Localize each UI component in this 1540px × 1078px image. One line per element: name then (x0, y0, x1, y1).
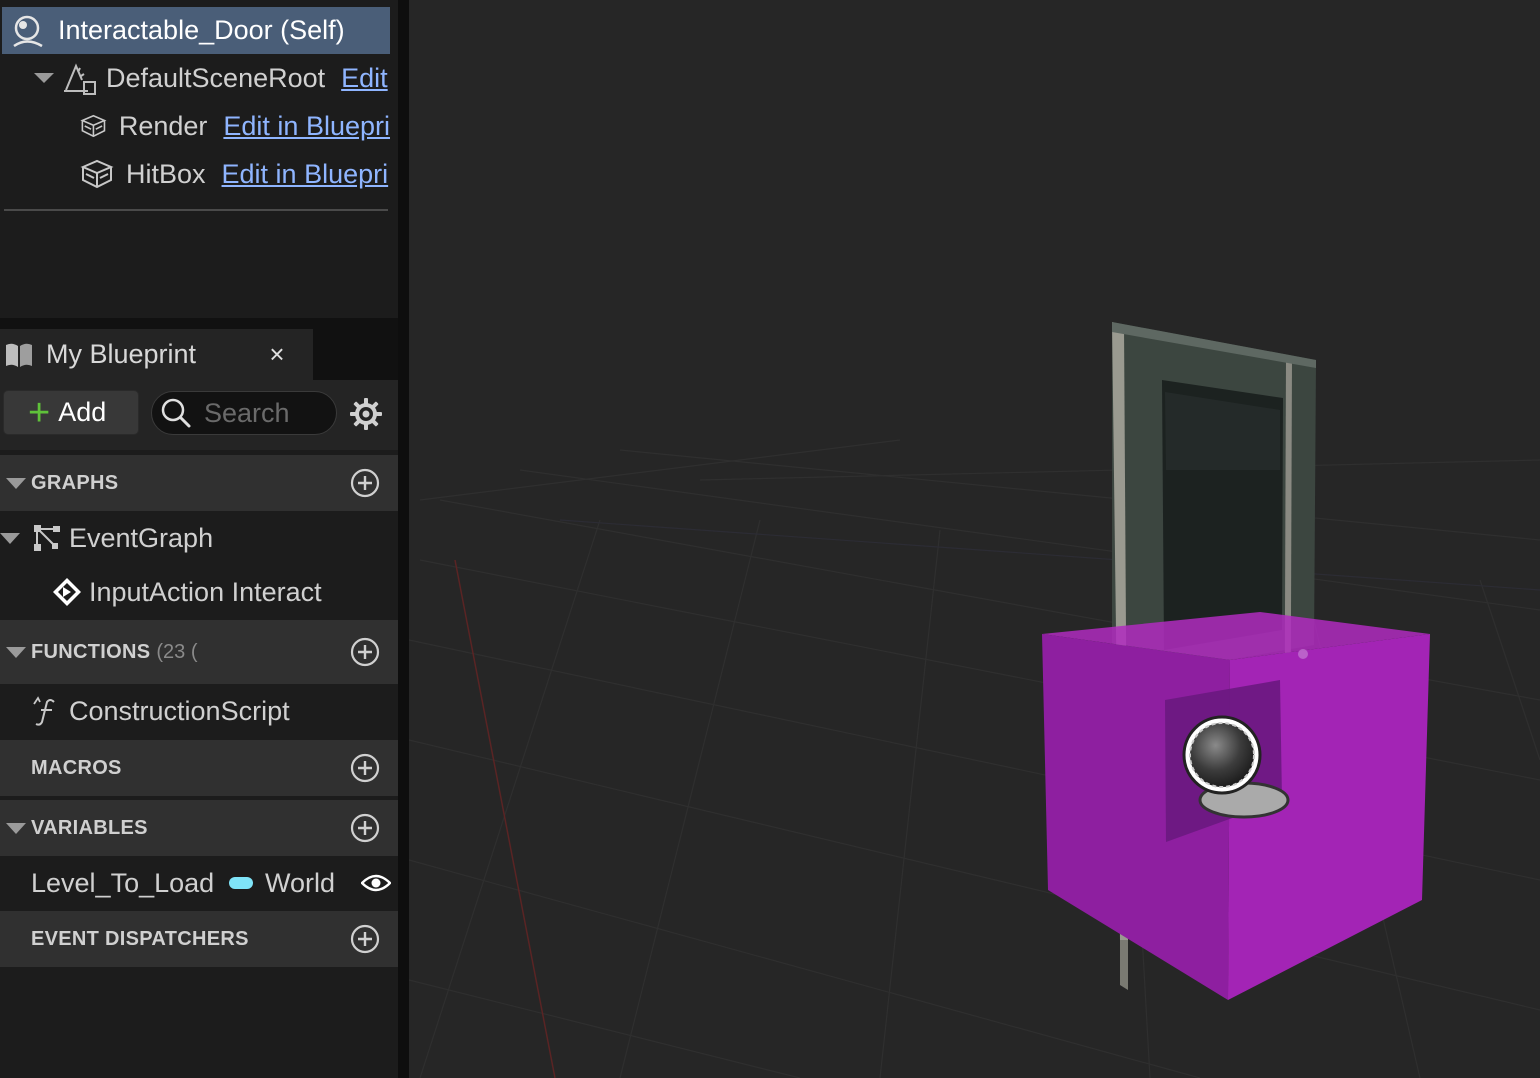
add-function-icon[interactable] (350, 637, 380, 667)
plus-icon: + (28, 391, 51, 434)
section-event-dispatchers[interactable]: EVENT DISPATCHERS (0, 911, 398, 967)
collapse-arrow-icon[interactable] (0, 533, 20, 544)
search-icon (161, 398, 191, 428)
variable-name: Level_To_Load (31, 867, 215, 898)
list-item-variable[interactable]: Level_To_Load World (0, 856, 398, 910)
function-label: ConstructionScript (69, 696, 290, 726)
tab-my-blueprint[interactable]: My Blueprint × (0, 329, 313, 380)
component-render[interactable]: Render Edit in Bluepri (80, 103, 390, 149)
add-macro-icon[interactable] (350, 753, 380, 783)
component-render-label: Render (118, 110, 208, 141)
static-mesh-icon (80, 159, 114, 189)
my-blueprint-empty-area (0, 967, 398, 1078)
edit-in-blueprint-link[interactable]: Edit in Bluepri (222, 159, 389, 190)
edit-in-blueprint-link[interactable]: Edit in Bluepri (223, 111, 390, 142)
add-button[interactable]: + Add (3, 390, 139, 435)
search-box[interactable] (151, 391, 337, 435)
component-hitbox-label: HitBox (126, 158, 206, 189)
eye-icon[interactable] (361, 872, 391, 894)
section-title: VARIABLES (31, 816, 148, 839)
variable-type-pill-icon (229, 877, 253, 889)
event-label: InputAction Interact (89, 576, 322, 607)
component-defaultsceneroot[interactable]: DefaultSceneRoot Edit (34, 55, 390, 101)
section-variables[interactable]: VARIABLES (0, 800, 398, 856)
collapse-arrow-icon[interactable] (6, 822, 26, 834)
gear-icon[interactable] (349, 397, 383, 431)
list-item-constructionscript[interactable]: ConstructionScript (0, 684, 398, 739)
book-icon (6, 343, 32, 367)
edit-link[interactable]: Edit (341, 63, 388, 94)
add-variable-icon[interactable] (350, 813, 380, 843)
component-self-label: Interactable_Door (Self) (58, 15, 345, 45)
graph-icon (34, 525, 60, 551)
collapse-arrow-icon[interactable] (6, 646, 26, 658)
my-blueprint-toolbar: + Add (0, 380, 398, 450)
function-icon (33, 696, 55, 726)
section-graphs[interactable]: GRAPHS (0, 455, 398, 511)
list-item-eventgraph[interactable]: EventGraph (0, 511, 398, 565)
close-icon[interactable]: × (264, 329, 290, 380)
component-root-label: DefaultSceneRoot (106, 62, 326, 93)
section-functions[interactable]: FUNCTIONS (23 ( (0, 620, 398, 684)
scene-component-icon (64, 63, 96, 95)
viewport-scene (409, 0, 1540, 1078)
variable-type: World (265, 867, 336, 898)
add-graph-icon[interactable] (350, 468, 380, 498)
component-hitbox[interactable]: HitBox Edit in Bluepri (80, 151, 390, 197)
section-title: EVENT DISPATCHERS (31, 927, 249, 950)
collapse-arrow-icon[interactable] (6, 477, 26, 489)
collapse-arrow-icon[interactable] (34, 73, 54, 83)
search-input[interactable] (202, 396, 336, 430)
section-title: GRAPHS (31, 471, 119, 494)
list-item-inputaction[interactable]: InputAction Interact (0, 565, 398, 619)
components-empty-area (0, 212, 398, 318)
section-title: FUNCTIONS (31, 640, 151, 663)
static-mesh-icon (80, 114, 107, 138)
add-button-label: Add (58, 397, 107, 427)
add-dispatcher-icon[interactable] (350, 924, 380, 954)
panel-splitter[interactable] (398, 0, 409, 1078)
component-self-row[interactable]: Interactable_Door (Self) (2, 7, 390, 54)
divider (4, 209, 388, 211)
viewport-3d[interactable] (409, 0, 1540, 1078)
actor-icon (13, 15, 43, 47)
tab-title: My Blueprint (46, 339, 197, 369)
graph-label: EventGraph (69, 522, 214, 553)
section-count: (23 ( (156, 640, 198, 663)
event-diamond-icon (53, 578, 81, 606)
section-macros[interactable]: MACROS (0, 740, 398, 796)
section-title: MACROS (31, 756, 122, 779)
